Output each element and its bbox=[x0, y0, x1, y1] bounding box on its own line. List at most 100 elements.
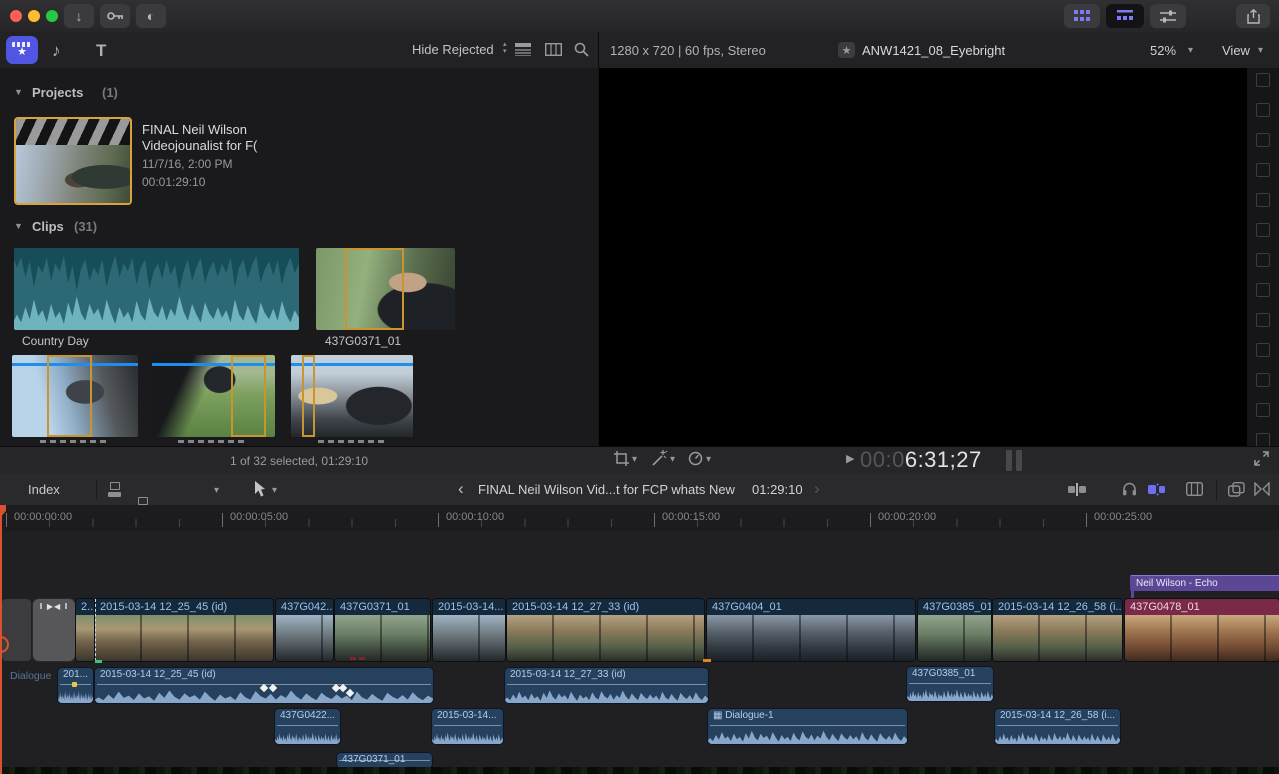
selection-range[interactable] bbox=[231, 355, 266, 437]
marker-tick-orange bbox=[703, 659, 711, 662]
projects-disclosure-triangle[interactable]: ▼ bbox=[14, 87, 23, 97]
timeline-history-back-button[interactable]: ‹ bbox=[458, 482, 464, 496]
project-thumbnail[interactable] bbox=[14, 117, 132, 205]
clips-disclosure-triangle[interactable]: ▼ bbox=[14, 221, 23, 231]
timeline-index-button[interactable]: Index bbox=[28, 482, 60, 497]
zoom-window-button[interactable] bbox=[46, 10, 58, 22]
filter-popup-chevrons[interactable]: ▴ ▾ bbox=[503, 41, 507, 55]
timeline-audio-clip[interactable]: 2015-03-14... bbox=[432, 709, 503, 744]
browser-list-view-button[interactable] bbox=[1106, 4, 1144, 28]
snapping-toggle-button[interactable] bbox=[1186, 482, 1203, 501]
magic-wand-icon bbox=[652, 450, 668, 466]
video-clip-thumbnail[interactable] bbox=[152, 355, 275, 437]
timeline-transition-clip[interactable]: ‖ ▶◀ ‖ bbox=[33, 599, 75, 661]
timeline-gap-clip[interactable] bbox=[2, 599, 31, 661]
close-window-button[interactable] bbox=[10, 10, 22, 22]
connect-edit-button[interactable] bbox=[108, 482, 122, 497]
ruler-label: 00:00:20:00 bbox=[878, 511, 936, 523]
timeline-audio-clip[interactable]: 2015-03-14 12_26_58 (i... bbox=[995, 709, 1120, 744]
viewer-edge-square bbox=[1256, 343, 1270, 357]
list-icon bbox=[1117, 10, 1133, 22]
filter-popup[interactable]: Hide Rejected bbox=[412, 42, 494, 57]
selection-range[interactable] bbox=[345, 248, 404, 330]
selection-range[interactable] bbox=[47, 355, 92, 437]
crop-icon bbox=[614, 451, 629, 466]
keyword-editor-button[interactable] bbox=[100, 4, 130, 28]
timeline-title-clip[interactable]: Neil Wilson - Echo bbox=[1130, 575, 1279, 591]
search-button[interactable] bbox=[574, 42, 589, 62]
sidebar-libraries-button[interactable]: ★ bbox=[6, 36, 38, 64]
timeline-audio-clip[interactable]: 2015-03-14 12_27_33 (id) bbox=[505, 668, 708, 703]
marker-tick-red bbox=[350, 657, 356, 660]
timeline-video-clip[interactable]: 437G0404_01 bbox=[707, 599, 915, 661]
audio-meters[interactable] bbox=[1006, 447, 1030, 474]
timeline-video-clip[interactable]: 437G042... bbox=[276, 599, 333, 661]
timeline-ruler[interactable]: 00:00:00:00 00:00:05:00 00:00:10:00 00:0… bbox=[0, 505, 1279, 532]
video-clip-thumbnail[interactable] bbox=[291, 355, 413, 437]
chevron-down-icon: ▾ bbox=[503, 48, 507, 55]
clip-label: 437G0371_01 bbox=[325, 334, 401, 348]
viewer-zoom-popup[interactable]: 52% bbox=[1150, 43, 1176, 58]
viewer-clip-title: ANW1421_08_Eyebright bbox=[862, 43, 1005, 58]
chevron-up-icon: ▴ bbox=[503, 41, 507, 48]
audio-clip-thumbnail[interactable] bbox=[14, 248, 299, 330]
play-button[interactable]: ▶ bbox=[846, 452, 854, 465]
timeline-audio-clip[interactable]: 437G0371_01 bbox=[337, 753, 432, 768]
timeline-project-duration: 01:29:10 bbox=[752, 482, 803, 497]
chevron-down-icon: ▾ bbox=[706, 454, 711, 465]
skimming-toggle-button[interactable] bbox=[1148, 483, 1166, 501]
timeline-audio-clip[interactable]: 437G0385_01 bbox=[907, 667, 993, 701]
timeline-video-clip[interactable]: 437G0385_01 bbox=[918, 599, 991, 661]
timeline-video-clip[interactable]: 2.. bbox=[76, 599, 94, 661]
selection-range[interactable] bbox=[302, 355, 315, 437]
timeline-audio-clip[interactable]: 437G0422... bbox=[275, 709, 340, 744]
trim-tool-button[interactable] bbox=[1068, 483, 1086, 501]
share-button[interactable] bbox=[1236, 4, 1270, 28]
clips-section-header: Clips bbox=[32, 219, 64, 234]
timeline-project-title[interactable]: FINAL Neil Wilson Vid...t for FCP whats … bbox=[478, 482, 735, 497]
transitions-browser-button[interactable] bbox=[1254, 482, 1270, 501]
projects-section-header: Projects bbox=[32, 85, 83, 100]
clip-label-clipped bbox=[318, 440, 388, 443]
inspector-adjust-button[interactable] bbox=[1150, 4, 1186, 28]
fullscreen-button[interactable] bbox=[1254, 451, 1269, 471]
audio-meter-left bbox=[1006, 450, 1012, 471]
video-clip-thumbnail[interactable] bbox=[316, 248, 455, 330]
background-tasks-button[interactable]: ◐ bbox=[136, 4, 166, 28]
video-clip-thumbnail[interactable] bbox=[12, 355, 138, 437]
retime-dial-icon bbox=[688, 451, 703, 466]
sidebar-titles-generators-button[interactable]: T bbox=[96, 41, 106, 61]
clip-appearance-filmstrip-button[interactable] bbox=[545, 43, 562, 61]
timeline-audio-clip[interactable]: ▦ Dialogue-1 bbox=[708, 709, 907, 744]
timeline-video-clip[interactable]: 2015-03-14 12_26_58 (i... bbox=[993, 599, 1122, 661]
import-media-button[interactable]: ↓ bbox=[64, 4, 94, 28]
ruler-label: 00:00:25:00 bbox=[1094, 511, 1152, 523]
timeline-video-clip[interactable]: 2015-03-14 12_27_33 (id) bbox=[507, 599, 704, 661]
viewer-edge-square bbox=[1256, 253, 1270, 267]
crop-button[interactable] bbox=[614, 451, 629, 471]
arrow-pointer-icon bbox=[252, 481, 266, 498]
timeline-video-clip[interactable]: 2015-03-14 12_25_45 (id) bbox=[95, 599, 273, 661]
effects-icon bbox=[1228, 482, 1245, 497]
timeline-video-clip[interactable]: 2015-03-14... bbox=[433, 599, 505, 661]
clip-cells-icon: ▦ bbox=[713, 710, 722, 721]
retime-button[interactable] bbox=[688, 451, 703, 471]
minimize-window-button[interactable] bbox=[28, 10, 40, 22]
viewer-view-popup[interactable]: View bbox=[1222, 43, 1250, 58]
fcpx-window: ↓ ◐ bbox=[0, 0, 1279, 774]
timeline-history-forward-button[interactable]: › bbox=[814, 482, 820, 496]
timeline-video-clip[interactable]: 437G0478_01 bbox=[1125, 599, 1279, 661]
list-view-icon bbox=[515, 43, 531, 56]
viewer-edge-square bbox=[1256, 73, 1270, 87]
tools-popup-button[interactable] bbox=[252, 481, 266, 503]
timeline-video-clip[interactable]: 437G0371_01 bbox=[335, 599, 430, 661]
viewer-canvas[interactable] bbox=[599, 68, 1247, 446]
enhancements-button[interactable] bbox=[652, 450, 668, 471]
browser-grid-view-button[interactable] bbox=[1064, 4, 1100, 28]
audio-skimming-button[interactable] bbox=[1122, 481, 1137, 501]
film-frame-icon bbox=[1186, 482, 1203, 496]
sidebar-photos-audio-button[interactable]: ♪ bbox=[52, 41, 61, 61]
format-info: 1280 x 720 | 60 fps, Stereo bbox=[610, 43, 766, 58]
effects-browser-button[interactable] bbox=[1228, 482, 1245, 502]
clip-appearance-list-button[interactable] bbox=[515, 43, 531, 61]
